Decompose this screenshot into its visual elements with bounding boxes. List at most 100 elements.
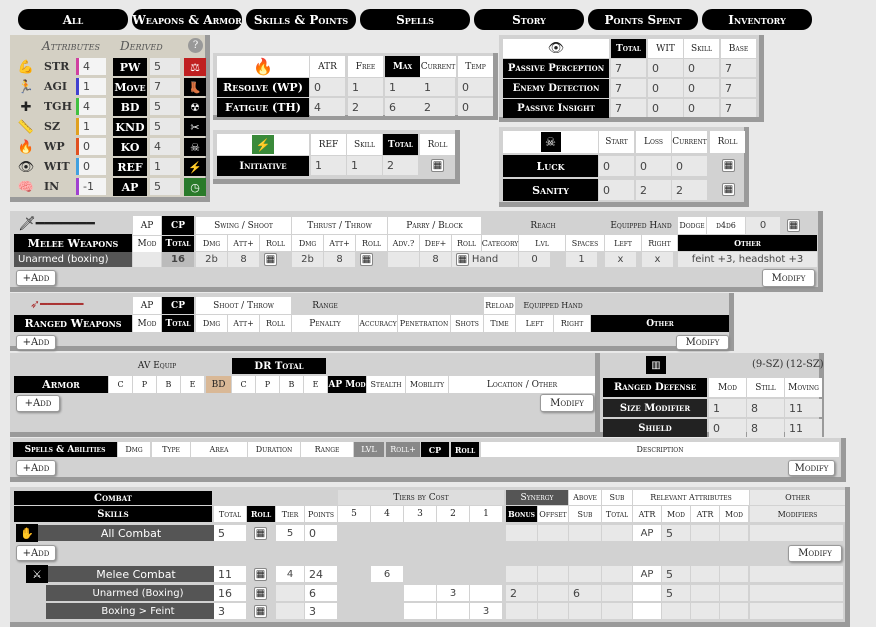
tab-story[interactable]: Story: [474, 9, 584, 30]
melee-row-satt[interactable]: 8: [228, 252, 259, 267]
combat-row-offset-2[interactable]: [538, 585, 568, 601]
attr-value-str[interactable]: 4: [76, 58, 106, 75]
combat-row-other-2[interactable]: [750, 585, 843, 601]
armor-modify-button[interactable]: Modify: [540, 394, 594, 412]
tab-weapons-armor[interactable]: Weapons & Armor: [132, 9, 242, 30]
combat-row-tier-3[interactable]: [276, 603, 304, 619]
combat-row-offset-3[interactable]: [538, 603, 568, 619]
combat-tier-num-5: 5: [338, 506, 370, 522]
combat-points-header: Points: [305, 506, 337, 522]
combat-row-tier-2[interactable]: [276, 585, 304, 601]
melee-row-other[interactable]: feint +3, headshot +3: [678, 252, 817, 267]
melee-row-spaces[interactable]: 1: [566, 252, 597, 267]
resolve-val-1-4[interactable]: 0: [458, 98, 493, 116]
resolve-val-1-3[interactable]: 2: [420, 98, 455, 116]
attr-value-tgh[interactable]: 4: [76, 98, 106, 115]
combat-row-bonus-0[interactable]: [506, 525, 537, 541]
combat-row-bonus-2[interactable]: 2: [506, 585, 537, 601]
melee-row-lvl[interactable]: 0: [519, 252, 550, 267]
combat-other-header: Other: [750, 490, 845, 505]
melee-row-adv[interactable]: [388, 252, 419, 267]
ranged-right-header: Right: [554, 315, 590, 332]
melee-row-def[interactable]: 8: [420, 252, 451, 267]
combat-synergy-header: Synergy: [506, 490, 568, 505]
spells-add-button[interactable]: +Add: [16, 460, 56, 476]
attr-value-agi[interactable]: 1: [76, 78, 106, 95]
melee-row-left[interactable]: x: [605, 252, 636, 267]
combat-row-atr-1[interactable]: AP: [633, 566, 661, 582]
combat-roll-button-3[interactable]: ▦: [254, 605, 267, 618]
combat-row-bonus-3[interactable]: [506, 603, 537, 619]
melee-row-mod[interactable]: [133, 252, 161, 267]
initiative-roll-button[interactable]: ▦: [431, 159, 444, 172]
combat-roll-button-2[interactable]: ▦: [254, 587, 267, 600]
attr-value-wp[interactable]: 0: [76, 138, 106, 155]
melee-roll-button-2[interactable]: ▦: [456, 253, 469, 266]
combat-modify-button[interactable]: Modify: [788, 545, 842, 562]
heart-plus-icon: ✚: [20, 99, 32, 115]
melee-add-button[interactable]: +Add: [16, 270, 56, 286]
resolve-val-0-4[interactable]: 0: [458, 78, 493, 96]
resolve-val-1-1[interactable]: 2: [348, 98, 383, 116]
resolve-val-1-2[interactable]: 6: [385, 98, 420, 116]
passive-val-0-1: 0: [648, 59, 683, 77]
combat-sub-header: Sub: [569, 506, 601, 522]
melee-dodge-roll-button[interactable]: ▦: [787, 219, 800, 232]
melee-row-right[interactable]: x: [642, 252, 673, 267]
tab-all[interactable]: All: [18, 9, 128, 30]
combat-row-other-0[interactable]: [750, 525, 843, 541]
combat-row-name-2[interactable]: Unarmed (Boxing): [46, 585, 226, 601]
combat-row-name-0[interactable]: All Combat: [32, 525, 226, 541]
combat-row-offset-1[interactable]: [538, 566, 568, 582]
combat-row-atr2-0[interactable]: [691, 525, 719, 541]
combat-row-atr2-2[interactable]: [691, 585, 719, 601]
resolve-val-0-0[interactable]: 0: [310, 78, 345, 96]
melee-row-tdmg[interactable]: 2b: [292, 252, 323, 267]
ranged-modify-button[interactable]: Modify: [676, 335, 729, 350]
melee-modify-button[interactable]: Modify: [762, 269, 815, 287]
rdef-val-1-1: 8: [747, 419, 784, 437]
resolve-val-1-0[interactable]: 4: [310, 98, 345, 116]
spells-modify-button[interactable]: Modify: [788, 460, 835, 476]
melee-row-sdmg[interactable]: 2b: [196, 252, 227, 267]
combat-row-bonus-1[interactable]: [506, 566, 537, 582]
combat-roll-button-0[interactable]: ▦: [254, 527, 267, 540]
combat-row-atr2-1[interactable]: [691, 566, 719, 582]
combat-row-name-1[interactable]: Melee Combat: [42, 566, 226, 582]
melee-roll-button-0[interactable]: ▦: [264, 253, 277, 266]
combat-row-name-3[interactable]: Boxing > Feint: [46, 603, 226, 619]
attr-value-wit[interactable]: 0: [76, 158, 106, 175]
combat-row-atr-3[interactable]: [633, 603, 661, 619]
melee-row-tatt[interactable]: 8: [324, 252, 355, 267]
combat-row-other-3[interactable]: [750, 603, 843, 619]
combat-add-button[interactable]: +Add: [16, 545, 56, 561]
luck-col-loss: Loss: [636, 131, 671, 153]
combat-row-tier-0[interactable]: 5: [276, 525, 304, 541]
resolve-val-0-2[interactable]: 1: [385, 78, 420, 96]
luck-roll-button-0[interactable]: ▦: [722, 159, 735, 172]
ranged-col-2: Shots: [451, 315, 483, 332]
tab-points-spent[interactable]: Points Spent: [588, 9, 698, 30]
help-button[interactable]: ?: [188, 38, 203, 53]
combat-row-other-1[interactable]: [750, 566, 843, 582]
tab-spells[interactable]: Spells: [360, 9, 470, 30]
tab-inventory[interactable]: Inventory: [702, 9, 812, 30]
eye-icon: 👁: [17, 159, 35, 175]
ranged-add-button[interactable]: +Add: [16, 335, 56, 350]
combat-roll-button-1[interactable]: ▦: [254, 568, 267, 581]
attr-value-in[interactable]: -1: [76, 178, 106, 195]
combat-row-atr-2[interactable]: [633, 585, 661, 601]
melee-row-name[interactable]: Unarmed (boxing): [14, 252, 132, 267]
combat-row-tier-1[interactable]: 4: [276, 566, 304, 582]
resolve-val-0-1[interactable]: 1: [348, 78, 383, 96]
combat-row-offset-0[interactable]: [538, 525, 568, 541]
armor-add-button[interactable]: +Add: [16, 395, 60, 412]
combat-row-atr-0[interactable]: AP: [633, 525, 661, 541]
tab-skills-points[interactable]: Skills & Points: [246, 9, 356, 30]
combat-tiers-by-cost: Tiers by Cost: [338, 490, 504, 505]
luck-roll-button-1[interactable]: ▦: [722, 183, 735, 196]
melee-roll-button-1[interactable]: ▦: [360, 253, 373, 266]
attr-value-sz[interactable]: 1: [76, 118, 106, 135]
combat-row-atr2-3[interactable]: [691, 603, 719, 619]
resolve-val-0-3[interactable]: 1: [420, 78, 455, 96]
